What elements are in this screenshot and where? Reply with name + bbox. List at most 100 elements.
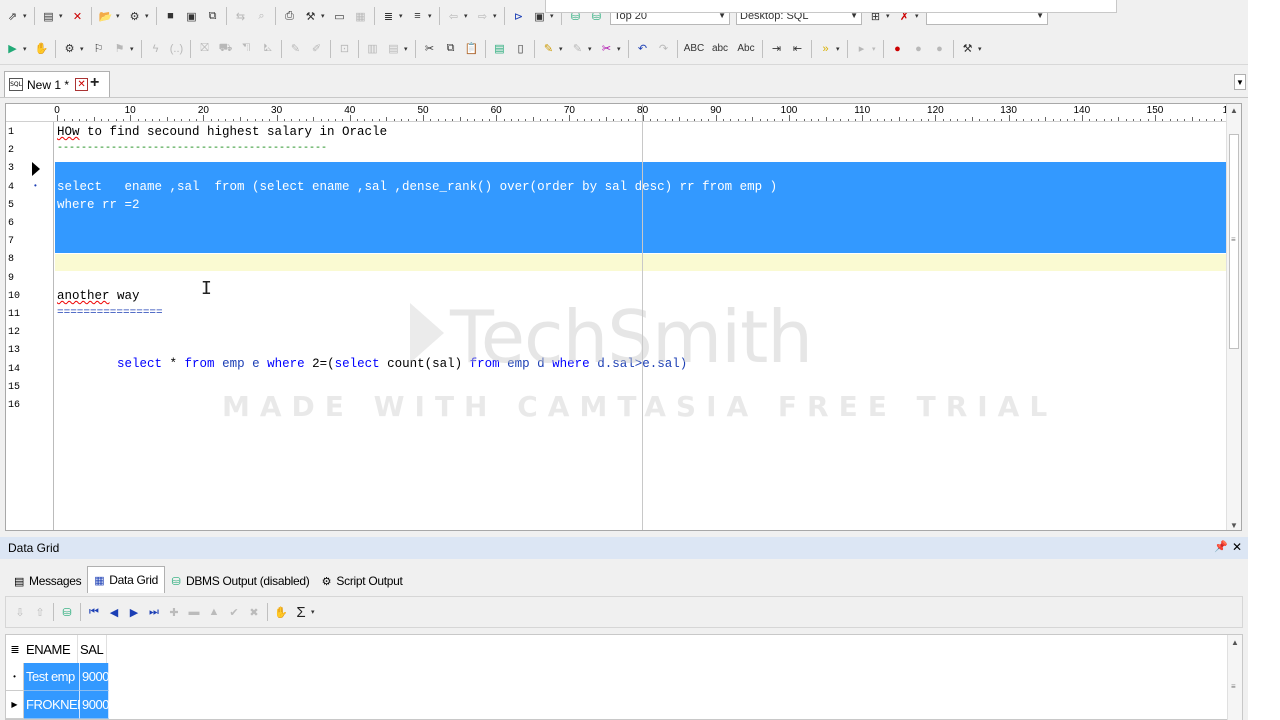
sql-editor-dropdown-icon[interactable]: ▾ [59, 12, 65, 20]
save-all-icon[interactable]: ▣ [183, 8, 200, 25]
save-icon[interactable]: ■ [162, 8, 179, 25]
grid-scroll-up-icon[interactable]: ▲ [1231, 638, 1239, 647]
editor-vertical-scrollbar[interactable]: ▲ ≡ ▼ [1226, 104, 1241, 530]
column-header-sal[interactable]: SAL [78, 635, 107, 663]
column-header-ename[interactable]: ENAME [24, 635, 78, 663]
sql-convert-dropdown-icon[interactable]: ▾ [428, 12, 434, 20]
schema-dropdown-icon[interactable]: ▾ [145, 12, 151, 20]
print-icon[interactable]: ⎙ [281, 8, 298, 25]
cell-sal[interactable]: 9000 [80, 663, 109, 691]
compare-icon[interactable]: ⇆ [232, 8, 249, 25]
scroll-up-icon[interactable]: ▲ [1230, 106, 1238, 115]
debug-dropdown-icon[interactable]: ▾ [872, 45, 878, 53]
more-dropdown-icon[interactable]: ▾ [836, 45, 842, 53]
watch-icon[interactable]: ● [910, 40, 927, 57]
next-record-icon[interactable]: ▶ [126, 604, 142, 620]
optimize-icon[interactable]: ⚐ [90, 40, 107, 57]
commit-icon[interactable]: ⛝ [196, 40, 213, 57]
tab-dbms-output[interactable]: ⛁ DBMS Output (disabled) [165, 569, 315, 593]
cut-icon[interactable]: ✂ [421, 40, 438, 57]
document2-icon[interactable]: ▤ [385, 40, 402, 57]
more-chevron-icon[interactable]: » [817, 40, 834, 57]
close-panel-icon[interactable]: ✕ [1232, 540, 1242, 554]
copy-window-icon[interactable]: ⧉ [204, 8, 221, 25]
window-icon[interactable]: ▭ [331, 8, 348, 25]
watch2-icon[interactable]: ● [931, 40, 948, 57]
bind2-icon[interactable]: ✐ [308, 40, 325, 57]
comment-dropdown-icon[interactable]: ▾ [588, 45, 594, 53]
pin-icon[interactable]: 📌 [1214, 540, 1228, 553]
grid-up-icon[interactable]: ⇧ [32, 604, 48, 620]
grid-stop-icon[interactable]: ✋ [273, 604, 289, 620]
result-grid[interactable]: ≣ ENAME SAL • Test emp 9000 ▶ FROKNER 90… [5, 634, 1243, 720]
tab-data-grid[interactable]: ▦ Data Grid [87, 566, 165, 593]
format-code-icon[interactable]: ✂ [598, 40, 615, 57]
insert-record-icon[interactable]: ✚ [166, 604, 182, 620]
forward-dropdown-icon[interactable]: ▾ [493, 12, 499, 20]
document-icon[interactable]: ▥ [364, 40, 381, 57]
sql-format-icon[interactable]: ≣ [380, 8, 397, 25]
add-tab-button[interactable]: + [90, 74, 99, 92]
delete-record-icon[interactable]: ▬ [186, 604, 202, 620]
grid-refresh-icon[interactable]: ⛁ [59, 604, 75, 620]
tab-script-output[interactable]: ⚙ Script Output [315, 569, 408, 593]
cell-sal[interactable]: 9000 [80, 691, 109, 719]
layout-icon[interactable]: ▦ [352, 8, 369, 25]
grid-menu-icon[interactable]: ≣ [6, 635, 24, 663]
format-dropdown-icon[interactable]: ▾ [617, 45, 623, 53]
stop-icon[interactable]: ✋ [33, 40, 50, 57]
back-icon[interactable]: ⇦ [445, 8, 462, 25]
document-dropdown-icon[interactable]: ▾ [404, 45, 410, 53]
uppercase-button[interactable]: ABC [683, 40, 705, 57]
prior-record-icon[interactable]: ◀ [106, 604, 122, 620]
first-record-icon[interactable]: ⏮ [86, 604, 102, 620]
tools-icon[interactable]: ⚒ [302, 8, 319, 25]
schema-browser-icon[interactable]: ⚙ [126, 8, 143, 25]
script-icon[interactable]: ⚙ [61, 40, 78, 57]
lock-icon[interactable]: ⊡ [336, 40, 353, 57]
breakpoint-icon[interactable]: ● [889, 40, 906, 57]
paste-icon[interactable]: 📋 [463, 40, 480, 57]
step-dropdown-icon[interactable]: ▾ [130, 45, 136, 53]
lowercase-button[interactable]: abc [709, 40, 731, 57]
desktop-save-dropdown-icon[interactable]: ▾ [886, 12, 892, 20]
back-dropdown-icon[interactable]: ▾ [464, 12, 470, 20]
new-doc-icon[interactable]: ▯ [512, 40, 529, 57]
tools-debug-dropdown-icon[interactable]: ▾ [978, 45, 984, 53]
trans2-icon[interactable]: ⛡ [259, 40, 276, 57]
sql-convert-icon[interactable]: ≡ [409, 8, 426, 25]
disconnect-icon[interactable]: ✕ [69, 8, 86, 25]
execute-icon[interactable]: ▶ [4, 40, 21, 57]
tools-dropdown-icon[interactable]: ▾ [321, 12, 327, 20]
indent-icon[interactable]: ⇥ [768, 40, 785, 57]
outdent-icon[interactable]: ⇤ [789, 40, 806, 57]
sum-icon[interactable]: Σ [293, 604, 309, 621]
sql-format-dropdown-icon[interactable]: ▾ [399, 12, 405, 20]
open-file-icon[interactable]: 📂 [97, 8, 114, 25]
tab-messages[interactable]: ▤ Messages [8, 569, 87, 593]
lightning-icon[interactable]: ϟ [147, 40, 164, 57]
edit-record-icon[interactable]: ▲ [206, 604, 222, 620]
copy-icon[interactable]: ⧉ [442, 40, 459, 57]
cell-ename[interactable]: FROKNER [24, 691, 87, 719]
script-dropdown-icon[interactable]: ▾ [80, 45, 86, 53]
editor-icon[interactable]: ▤ [491, 40, 508, 57]
highlight-icon[interactable]: ✎ [540, 40, 557, 57]
post-record-icon[interactable]: ✔ [226, 604, 242, 620]
cancel-record-icon[interactable]: ✖ [246, 604, 262, 620]
last-record-icon[interactable]: ⏭ [146, 604, 162, 620]
redo-icon[interactable]: ↷ [655, 40, 672, 57]
rollback-icon[interactable]: ⛟ [217, 40, 234, 57]
highlight-dropdown-icon[interactable]: ▾ [559, 45, 565, 53]
step-icon[interactable]: ⚑ [111, 40, 128, 57]
find-icon[interactable]: ⌕ [253, 8, 270, 25]
open-dropdown-icon[interactable]: ▾ [116, 12, 122, 20]
connect-dropdown-icon[interactable]: ▾ [23, 12, 29, 20]
tab-list-dropdown-icon[interactable]: ▼ [1234, 74, 1246, 90]
table-row[interactable]: • Test emp 9000 [6, 663, 109, 691]
desktop-delete-dropdown-icon[interactable]: ▾ [915, 12, 921, 20]
capitalize-button[interactable]: Abc [735, 40, 757, 57]
sum-dropdown-icon[interactable]: ▾ [311, 608, 317, 616]
run-icon[interactable]: ⊳ [510, 8, 527, 25]
comment-icon[interactable]: ✎ [569, 40, 586, 57]
